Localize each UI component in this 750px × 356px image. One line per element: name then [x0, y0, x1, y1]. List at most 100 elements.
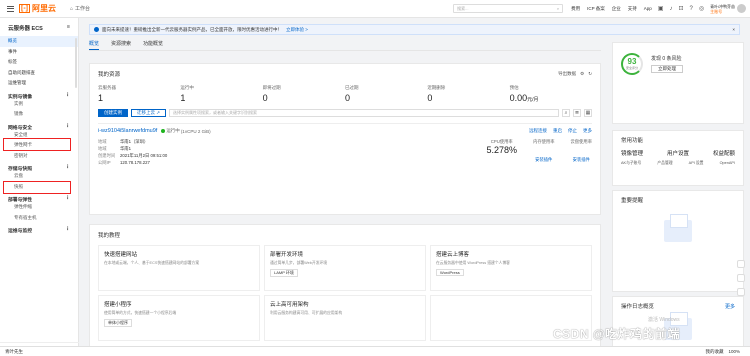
close-icon[interactable]: ×: [732, 27, 735, 32]
disk-meter: 云盘使用率 安装插件: [570, 139, 592, 162]
csdn-watermark: CSDN @吃炸鸡的前端: [553, 327, 681, 341]
user-settings-link[interactable]: 用户设置: [667, 149, 689, 157]
highlight-security-group: [3, 181, 71, 194]
restart-link[interactable]: 重启: [553, 128, 562, 134]
sidebar-item-ddh[interactable]: 专有宿主机: [0, 213, 78, 224]
top-icons: ▣ ♪ ⊡ ? ◎: [658, 5, 704, 13]
cart-icon[interactable]: ⊡: [678, 5, 683, 12]
migrate-button[interactable]: 迁移上云 ↗: [131, 109, 167, 117]
feedback-icon[interactable]: [737, 274, 745, 282]
notice-banner: 面向未来提速！重磅推出全新一代云服务器实例产品，已全面开放，限时优惠活动进行中！…: [89, 24, 740, 35]
nav-enterprise[interactable]: 企业: [612, 6, 621, 12]
sidebar-title: 云服务器 ECS ≡: [8, 24, 70, 32]
language-icon[interactable]: ◎: [699, 5, 704, 12]
stat-deleted[interactable]: 近期删除 0: [427, 85, 509, 103]
logo[interactable]: [-] 阿里云: [19, 3, 56, 14]
status-left: 青叶先生: [5, 348, 23, 354]
tabs: 概览 资源搜索 功能概览: [89, 40, 601, 51]
reminder-card: 重要提醒: [612, 190, 744, 292]
instance-id[interactable]: i-wz9104i5lanrwefdmu9f: [98, 128, 157, 134]
more-link[interactable]: 更多: [725, 298, 735, 310]
image-management-link[interactable]: 镜像管理: [621, 149, 643, 157]
nav-support[interactable]: 支持: [628, 6, 637, 12]
chat-icon[interactable]: [737, 260, 745, 268]
resources-title: 我的资源: [98, 72, 121, 78]
export-button[interactable]: 导出数据: [558, 71, 576, 77]
stat-estimate[interactable]: 预估 0.00元/月: [510, 85, 592, 103]
instance-row: i-wz9104i5lanrwefdmu9f 运行中 (1vCPU 2 GiB) …: [98, 123, 592, 166]
search-input[interactable]: 搜索... ⌕: [453, 4, 564, 13]
create-instance-button[interactable]: 创建实例: [98, 109, 128, 117]
stop-link[interactable]: 停止: [568, 128, 577, 134]
score-gauge: 93 安全评分: [621, 53, 643, 75]
highlight-instances: [3, 138, 71, 151]
sidebar-item-troubleshoot[interactable]: 自助问题排查: [0, 68, 78, 79]
search-icon: ⌕: [556, 6, 560, 11]
nav-fees[interactable]: 费用: [571, 6, 580, 12]
tab-feature-overview[interactable]: 功能概览: [143, 40, 163, 50]
resources-card: 我的资源 导出数据 ⚙ ↻ 云服务器 1 运行中 1 即将过期 0 已过期 0 近期删除 0 …: [89, 63, 601, 215]
tab-resource-search[interactable]: 资源搜索: [111, 40, 131, 50]
sidebar-item-events[interactable]: 事件: [0, 47, 78, 58]
install-plugin-link[interactable]: 安装插件: [573, 157, 590, 162]
quota-link[interactable]: 权益配额: [713, 149, 735, 157]
terminal-icon[interactable]: ▣: [658, 5, 664, 12]
notice-link[interactable]: 立即体验 >: [286, 27, 308, 33]
sidebar-item-overview[interactable]: 概览: [0, 36, 78, 47]
bell-icon[interactable]: ♪: [669, 6, 672, 12]
menu-icon[interactable]: [3, 2, 17, 16]
sidebar-group-network[interactable]: 网络与安全 ⋮: [0, 120, 78, 131]
memory-meter: 内存使用率 安装插件: [533, 139, 555, 162]
sidebar-item-instances[interactable]: 实例: [0, 99, 78, 110]
collapse-icon[interactable]: ≡: [67, 24, 70, 32]
search-icon[interactable]: ⌕: [562, 109, 570, 117]
tutorials-title: 我的教程: [98, 233, 121, 239]
stat-expired[interactable]: 已过期 0: [345, 85, 427, 103]
tutorial-card[interactable]: 快速搭建网站 在本地或云端，个人、基于ECS快速搭建网站的部署方案: [98, 245, 260, 291]
refresh-icon[interactable]: ↻: [588, 71, 592, 77]
handle-now-button[interactable]: 立即处理: [651, 65, 683, 73]
instance-filter-input[interactable]: 选择实例属性项搜索，或者输入关键字识别搜索: [169, 109, 559, 117]
list-icon[interactable]: ≣: [573, 109, 581, 117]
security-score-card: 93 安全评分 发现 0 条风险 立即处理: [612, 42, 744, 124]
remote-connect-link[interactable]: 远程连接: [529, 128, 547, 134]
stat-ecs[interactable]: 云服务器 1: [98, 85, 180, 103]
settings-icon[interactable]: ⚙: [580, 71, 584, 77]
sidebar-group-instances[interactable]: 实例与镜像 ⋮: [0, 89, 78, 100]
top-nav: 费用 ICP 备案 企业 支持 App: [571, 6, 652, 12]
workspace-link[interactable]: ⌂ 工作台: [70, 5, 90, 13]
tutorial-card[interactable]: 搭建云上博客 在云服务器中使用 WordPress 搭建个人博客 WordPress: [430, 245, 592, 291]
empty-state-illustration: [664, 214, 692, 242]
sidebar-item-keypair[interactable]: 密钥对: [0, 151, 78, 162]
sidebar-item-images[interactable]: 镜像: [0, 109, 78, 120]
tutorial-card[interactable]: 搭建小程序 使用简单的方式，快速搭建一个小程序后端 单体小程序: [98, 295, 260, 341]
windows-watermark: 激活 Windows: [648, 317, 680, 323]
install-plugin-link[interactable]: 安装插件: [535, 157, 552, 162]
user-name: 青叶i冲鸭芽苗: [710, 3, 735, 9]
zoom-level[interactable]: 100%: [728, 349, 740, 354]
tutorials-card: 我的教程 快速搭建网站 在本地或云端，个人、基于ECS快速搭建网站的部署方案 部署…: [89, 224, 601, 352]
sidebar-scrollbar[interactable]: [75, 38, 77, 88]
tutorial-card[interactable]: 部署开发环境 通过简单几步，部署Web开发环境 LAMP 环境: [264, 245, 426, 291]
common-features-card: 常用功能 镜像管理 用户设置 权益配额 AK与子账号 产品管理 API 设置 O…: [612, 130, 744, 186]
nav-icp[interactable]: ICP 备案: [587, 6, 605, 12]
grid-icon[interactable]: [737, 288, 745, 296]
sidebar-item-autoscale[interactable]: 弹性伸缩: [0, 202, 78, 213]
tutorial-card[interactable]: 云上高可用架构 利用云服务构建高可用、可扩展的应用架构: [264, 295, 426, 341]
more-link[interactable]: 更多: [583, 128, 592, 134]
favorites-link[interactable]: 我的收藏: [705, 349, 723, 355]
sidebar: 云服务器 ECS ≡ 概览 事件 标签 自助问题排查 运维管理 实例与镜像 ⋮ 实例…: [0, 18, 79, 356]
sidebar-item-disk[interactable]: 云盘: [0, 171, 78, 182]
cpu-meter: CPU使用率 5.278%: [486, 139, 518, 155]
sidebar-item-tags[interactable]: 标签: [0, 57, 78, 68]
sidebar-group-storage[interactable]: 存储与快照 ⋮: [0, 161, 78, 172]
sidebar-item-ops[interactable]: 运维管理: [0, 78, 78, 89]
nav-app[interactable]: App: [644, 6, 652, 11]
sidebar-group-monitor[interactable]: 运维与监控 ⋮: [0, 223, 78, 234]
stat-running[interactable]: 运行中 1: [180, 85, 262, 103]
user-menu[interactable]: 青叶i冲鸭芽苗 主账号: [710, 4, 746, 14]
grid-icon[interactable]: ▦: [584, 109, 592, 117]
tab-overview[interactable]: 概览: [89, 40, 100, 50]
help-icon[interactable]: ?: [690, 6, 693, 12]
stat-expiring[interactable]: 即将过期 0: [263, 85, 345, 103]
